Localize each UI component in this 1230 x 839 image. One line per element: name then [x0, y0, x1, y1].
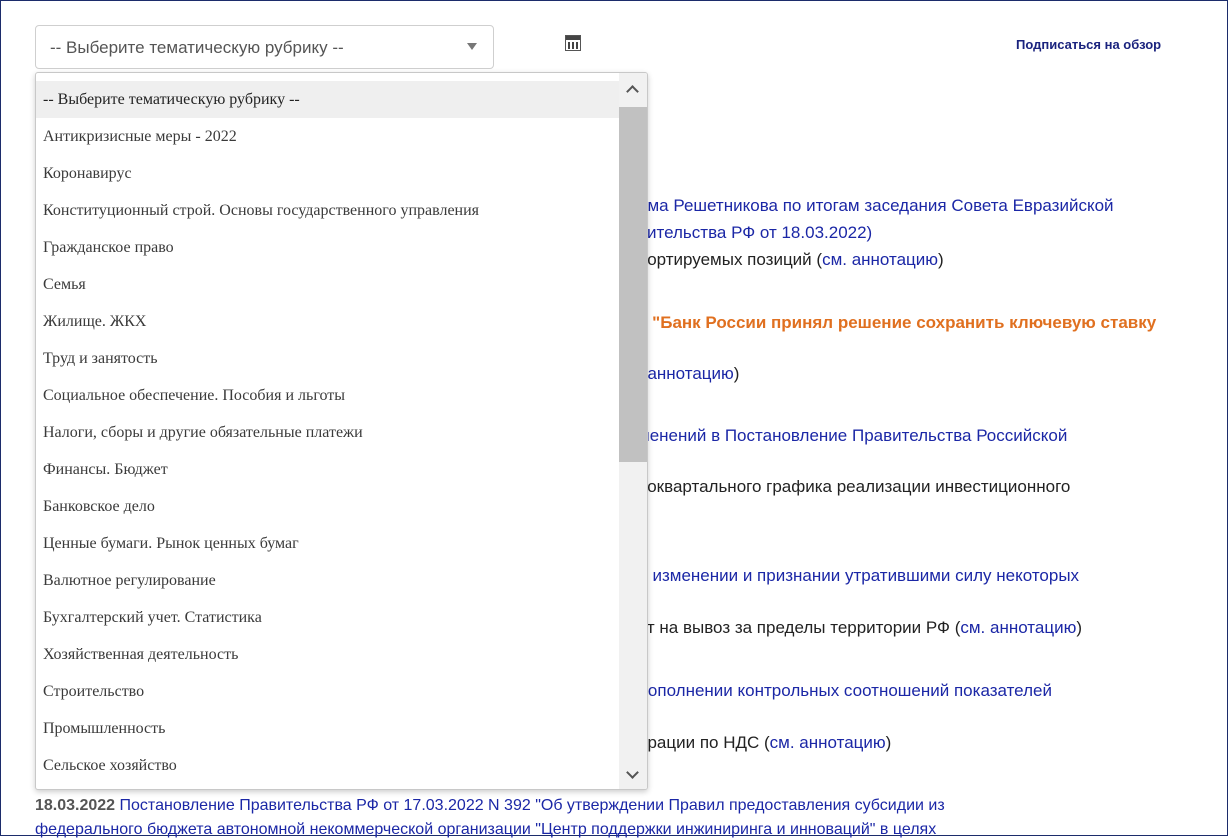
news-line[interactable]: б изменении и признании утратившими силу… — [638, 566, 1079, 586]
topic-option[interactable]: Хозяйственная деятельность — [36, 636, 620, 673]
chevron-down-icon[interactable] — [619, 763, 647, 789]
triangle-down-icon — [467, 43, 477, 50]
news-text: ) — [938, 250, 944, 269]
topic-option[interactable]: Труд и занятость — [36, 340, 620, 377]
news-date: 18.03.2022 — [35, 797, 116, 814]
topic-dropdown-list[interactable]: -- Выберите тематическую рубрику -- Антик… — [35, 72, 648, 790]
topic-option[interactable]: Бухгалтерский учет. Статистика — [36, 599, 620, 636]
topic-option[interactable]: Банковское дело — [36, 488, 620, 525]
news-line: портируемых позиций (см. аннотацию) — [638, 250, 944, 270]
annotation-link[interactable]: см. аннотацию — [960, 618, 1076, 637]
topic-option[interactable]: Налоги, сборы и другие обязательные плат… — [36, 414, 620, 451]
news-title-link[interactable]: федерального бюджета автономной некоммер… — [35, 821, 936, 839]
topic-option[interactable]: Строительство — [36, 673, 620, 710]
news-text: ) — [1076, 618, 1083, 637]
annotation-link[interactable]: см. аннотацию — [770, 733, 886, 752]
topic-option[interactable]: -- Выберите тематическую рубрику -- — [36, 81, 620, 118]
news-title-link[interactable]: Постановление Правительства РФ от 17.03.… — [120, 797, 945, 814]
topic-option[interactable]: Валютное регулирование — [36, 562, 620, 599]
news-text: ) — [733, 364, 740, 383]
topic-select[interactable]: -- Выберите тематическую рубрику -- — [35, 25, 494, 69]
news-line[interactable]: дополнении контрольных соотношений показ… — [638, 681, 1052, 701]
topic-option[interactable]: Ценные бумаги. Рынок ценных бумаг — [36, 525, 620, 562]
news-text: ) — [885, 733, 892, 752]
topic-option[interactable]: Коронавирус — [36, 155, 620, 192]
news-text: портируемых позиций ( — [638, 250, 823, 269]
topic-option[interactable]: Жилище. ЖКХ — [36, 303, 620, 340]
topic-option[interactable]: Сельское хозяйство — [36, 747, 620, 784]
news-line: поквартального графика реализации инвест… — [638, 477, 1071, 496]
subscribe-link[interactable]: Подписаться на обзор — [1016, 37, 1161, 52]
topic-option[interactable]: Конституционный строй. Основы государств… — [36, 192, 620, 229]
annotation-link[interactable]: см. аннотацию — [822, 250, 938, 269]
topic-option[interactable]: Семья — [36, 266, 620, 303]
news-line[interactable]: вительства РФ от 18.03.2022) — [638, 223, 872, 243]
topic-options: -- Выберите тематическую рубрику -- Антик… — [36, 81, 620, 789]
dropdown-scrollbar[interactable] — [619, 73, 647, 789]
scrollbar-thumb[interactable] — [619, 107, 647, 462]
chevron-up-icon[interactable] — [619, 77, 647, 103]
calendar-icon[interactable] — [565, 35, 581, 51]
topic-option[interactable]: Финансы. Бюджет — [36, 451, 620, 488]
news-line: арации по НДС (см. аннотацию) — [638, 733, 891, 753]
news-line: . аннотацию) — [638, 364, 739, 384]
news-item: 18.03.2022 Постановление Правительства Р… — [35, 797, 945, 815]
topic-option[interactable]: Транспорт — [36, 784, 620, 789]
news-line[interactable]: има Решетникова по итогам заседания Сове… — [638, 196, 1114, 216]
topic-select-value: -- Выберите тематическую рубрику -- — [50, 38, 344, 57]
topic-option[interactable]: Антикризисные меры - 2022 — [36, 118, 620, 155]
news-text: ет на вывоз за пределы территории РФ ( — [638, 618, 961, 637]
news-headline-highlight[interactable]: 2 "Банк России принял решение сохранить … — [638, 313, 1156, 333]
annotation-link[interactable]: . аннотацию — [638, 364, 734, 383]
topic-option[interactable]: Социальное обеспечение. Пособия и льготы — [36, 377, 620, 414]
news-text: арации по НДС ( — [638, 733, 770, 752]
news-line: ет на вывоз за пределы территории РФ (см… — [638, 618, 1082, 638]
topic-option[interactable]: Гражданское право — [36, 229, 620, 266]
news-line[interactable]: менений в Постановление Правительства Ро… — [638, 426, 1067, 446]
topic-option[interactable]: Промышленность — [36, 710, 620, 747]
